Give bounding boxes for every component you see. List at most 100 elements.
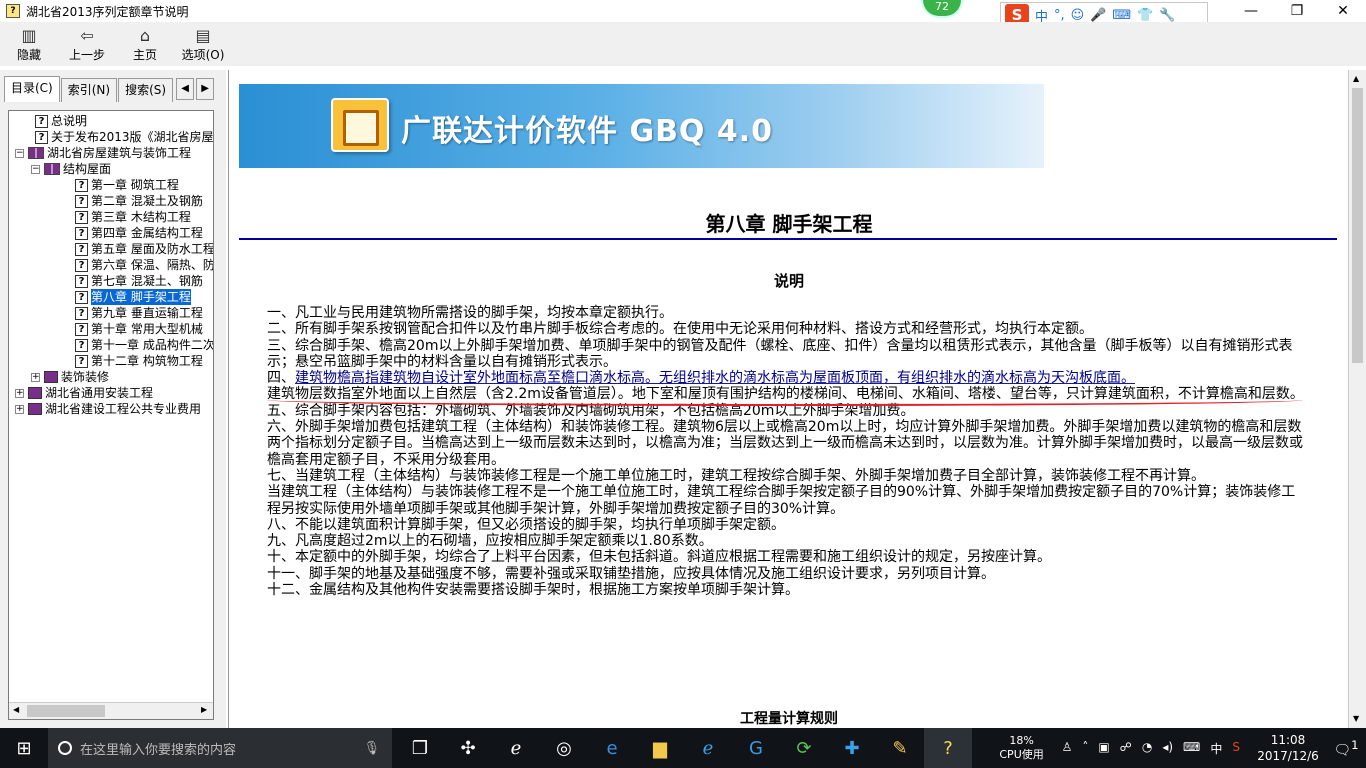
tree-item[interactable]: ? 第七章 混凝土、钢筋 <box>9 273 213 289</box>
ie-browser-icon[interactable]: ℯ <box>492 728 540 768</box>
back-arrow-icon: ⇦ <box>80 26 94 45</box>
notes-app-icon[interactable]: ✎ <box>876 728 924 768</box>
ime-indicator[interactable]: 中 <box>1210 740 1222 757</box>
tree-item-label: 第十一章 成品构件二次 <box>91 338 214 352</box>
content-scroll-thumb[interactable] <box>1352 88 1363 363</box>
volume-icon[interactable]: ◂) <box>1162 740 1173 757</box>
help-topic-icon: ? <box>75 322 88 336</box>
tree-item[interactable]: − 湖北省房屋建筑与装饰工程 <box>9 145 213 161</box>
home-button[interactable]: ⌂ 主页 <box>116 22 174 66</box>
expand-icon[interactable]: + <box>15 388 24 398</box>
options-button[interactable]: ▤ 选项(O) <box>174 22 232 66</box>
tab-scroll-right-button[interactable]: ▶ <box>196 78 215 100</box>
tree-item[interactable]: ? 第十一章 成品构件二次 <box>9 337 214 353</box>
tree-item[interactable]: ? 第十二章 构筑物工程 <box>9 353 213 369</box>
scroll-down-arrow-icon[interactable]: ▼ <box>1353 714 1359 723</box>
edge-browser-icon[interactable]: e <box>588 728 636 768</box>
tree-item-label: 第七章 混凝土、钢筋 <box>91 274 203 288</box>
taskbar-search-box[interactable]: 在这里输入你要搜索的内容 🎙 <box>48 728 392 768</box>
chevron-up-icon[interactable]: ˄ <box>1082 740 1088 757</box>
tree-scroll-thumb[interactable] <box>27 705 105 717</box>
tree-item[interactable]: + 湖北省通用安装工程 <box>9 385 213 401</box>
tree-item[interactable]: ? 第四章 金属结构工程 <box>9 225 213 241</box>
network-icon[interactable]: ☍ <box>1120 740 1132 757</box>
tab-contents[interactable]: 目录(C) <box>4 76 60 102</box>
tree-item[interactable]: + 装饰装修 <box>9 369 213 385</box>
green-app-icon[interactable]: ⟳ <box>780 728 828 768</box>
microphone-icon[interactable]: 🎙 <box>363 741 380 756</box>
tree-item-label: 第一章 砌筑工程 <box>91 178 179 192</box>
start-button[interactable]: ⊞ <box>0 728 48 768</box>
emoji-icon[interactable]: ☺ <box>1071 8 1085 23</box>
scroll-left-arrow-icon[interactable]: ◀ <box>13 705 19 714</box>
restore-button[interactable]: ❐ <box>1274 0 1320 22</box>
title-divider <box>239 238 1337 240</box>
collapse-icon[interactable]: − <box>15 148 24 158</box>
tree-item[interactable]: ? 第八章 脚手架工程 <box>9 289 213 305</box>
help-topic-icon: ? <box>35 130 48 144</box>
options-icon: ▤ <box>195 26 211 45</box>
file-explorer-icon[interactable]: ▆ <box>636 728 684 768</box>
body-paragraph: 十、本定额中的外脚手架，均综合了上料平台因素，但未包括斜道。斜道应根据工程需要和… <box>267 549 1051 566</box>
fan-app-icon[interactable]: ✣ <box>444 728 492 768</box>
body-paragraph: 一、凡工业与民用建筑物所需搭设的脚手架，均按本章定额执行。 <box>267 305 673 321</box>
scroll-up-arrow-icon[interactable]: ▲ <box>1353 74 1359 83</box>
tree-horizontal-scrollbar[interactable]: ◀ ▶ <box>9 702 213 719</box>
close-button[interactable]: ✕ <box>1320 0 1366 22</box>
keyboard-icon[interactable]: ⌨ <box>1112 8 1131 23</box>
tree-item[interactable]: ? 总说明 <box>9 113 213 129</box>
ie-alt-icon[interactable]: ℯ <box>684 728 732 768</box>
wifi-icon[interactable]: ◔ <box>1142 740 1152 757</box>
tree-item[interactable]: ? 第二章 混凝土及钢筋 <box>9 193 213 209</box>
tree-item[interactable]: ? 第十章 常用大型机械 <box>9 321 213 337</box>
body-paragraph: 十一、脚手架的地基及基础强度不够，需要补强或采取铺垫措施，应按具体情况及施工组织… <box>267 565 995 582</box>
help-app-icon[interactable]: ? <box>924 728 972 768</box>
tree-item[interactable]: ? 第九章 垂直运输工程 <box>9 305 213 321</box>
contents-tree[interactable]: ? 总说明? 关于发布2013版《湖北省房屋 − 湖北省房屋建筑与装饰工程 − 结构屋面? 第… <box>8 110 214 720</box>
banner-title: 广联达计价软件 GBQ 4.0 <box>401 114 774 149</box>
tools-icon[interactable]: 🔧 <box>1159 8 1175 23</box>
tree-item[interactable]: − 结构屋面 <box>9 161 213 177</box>
scroll-right-arrow-icon[interactable]: ▶ <box>201 705 207 714</box>
taskbar-apps: ❐ ✣ ℯ ◎ e ▆ ℯ G ⟳ ✚ ✎ ? <box>396 728 972 768</box>
tree-item-label: 第四章 金属结构工程 <box>91 226 203 240</box>
definition-link[interactable]: 建筑物檐高指建筑物自设计室外地面标高至檐口滴水标高。无组织排水的滴水标高为屋面板… <box>295 370 1135 386</box>
glodon-logo-icon <box>331 98 389 152</box>
notification-center-icon[interactable]: 🗨1 <box>1326 738 1366 759</box>
expand-icon[interactable]: + <box>15 404 24 414</box>
tab-index[interactable]: 索引(N) <box>60 78 118 102</box>
minimize-button[interactable]: — <box>1228 0 1274 22</box>
collapse-icon[interactable]: − <box>31 164 40 174</box>
tree-item[interactable]: ? 第五章 屋面及防水工程 <box>9 241 213 257</box>
clock[interactable]: 11:08 2017/12/6 <box>1250 732 1326 764</box>
blue-plus-app-icon[interactable]: ✚ <box>828 728 876 768</box>
action-icon[interactable]: ▣ <box>1098 740 1109 757</box>
tree-item-label: 第三章 木结构工程 <box>91 210 191 224</box>
spiral-app-icon[interactable]: ◎ <box>540 728 588 768</box>
back-button[interactable]: ⇦ 上一步 <box>58 22 116 66</box>
punctuation-icon[interactable]: °, <box>1054 8 1065 23</box>
body-paragraph: 十二、金属结构及其他构件安装需要搭设脚手架时，根据施工方案按单项脚手架计算。 <box>267 582 799 599</box>
people-icon[interactable]: ♙ <box>1062 740 1073 757</box>
task-view-icon[interactable]: ❐ <box>396 728 444 768</box>
tree-item[interactable]: ? 第六章 保温、隔热、防 <box>9 257 213 273</box>
sogou-tray-icon[interactable]: S <box>1232 740 1240 757</box>
expand-icon[interactable]: + <box>31 372 40 382</box>
skin-icon[interactable]: 👕 <box>1137 8 1153 23</box>
content-vertical-scrollbar[interactable]: ▲ ▼ <box>1348 70 1366 728</box>
hide-button[interactable]: ▥ 隐藏 <box>0 22 58 66</box>
glodon-g-icon[interactable]: G <box>732 728 780 768</box>
tab-scroll-left-button[interactable]: ◀ <box>176 78 195 100</box>
body-paragraph: 二、所有脚手架系按钢管配合扣件以及竹串片脚手板综合考虑的。在使用中无论采用何种材… <box>267 321 1093 338</box>
microphone-icon[interactable]: 🎤 <box>1090 8 1106 23</box>
tree-item[interactable]: ? 第一章 砌筑工程 <box>9 177 213 193</box>
tree-item[interactable]: ? 第三章 木结构工程 <box>9 209 213 225</box>
closed-book-icon <box>44 371 58 383</box>
tree-item[interactable]: + 湖北省建设工程公共专业费用 <box>9 401 213 417</box>
tree-item[interactable]: ? 关于发布2013版《湖北省房屋 <box>9 129 213 145</box>
cpu-meter[interactable]: 18% CPU使用 <box>992 734 1052 762</box>
keyboard-icon[interactable]: ⌨ <box>1183 740 1200 757</box>
tab-search[interactable]: 搜索(S) <box>118 78 174 102</box>
tree-item-label: 湖北省建设工程公共专业费用 <box>45 402 202 416</box>
app-icon[interactable]: ? <box>6 4 20 18</box>
